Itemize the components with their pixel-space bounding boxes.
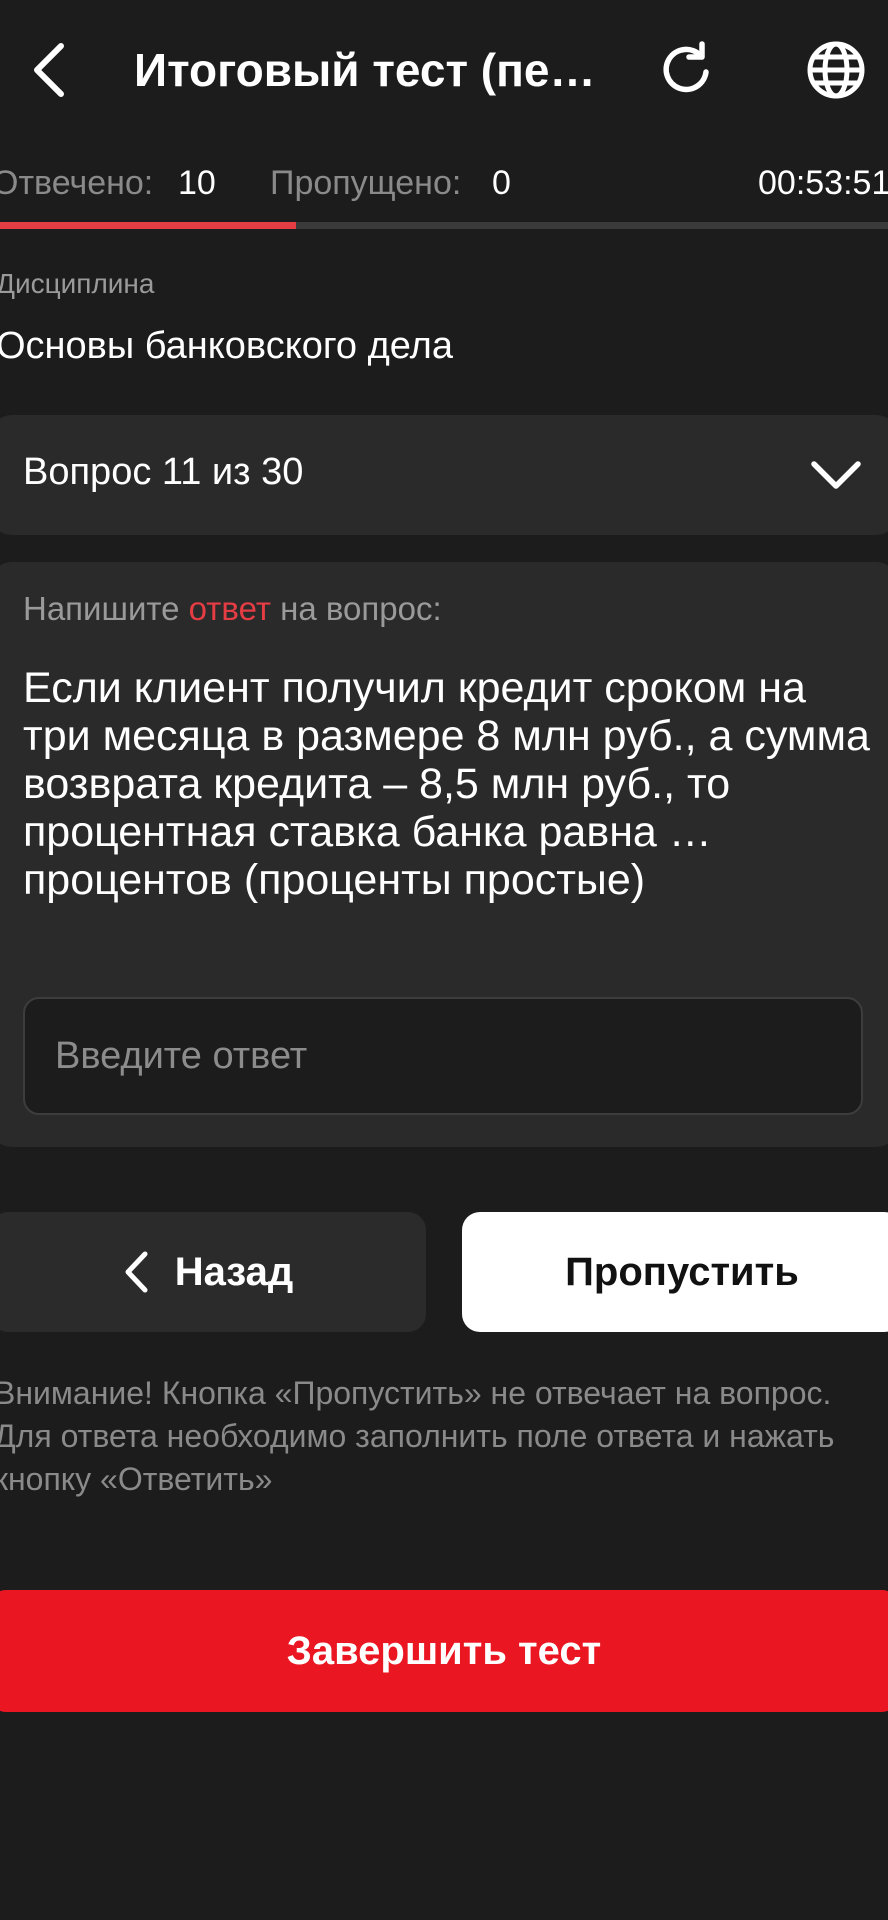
skipped-count: 0 bbox=[492, 164, 511, 202]
globe-icon bbox=[807, 41, 865, 99]
prompt-accent: ответ bbox=[188, 590, 271, 627]
finish-test-button[interactable]: Завершить тест bbox=[0, 1590, 888, 1712]
finish-test-label: Завершить тест bbox=[286, 1628, 602, 1673]
timer: 00:53:51 bbox=[758, 164, 888, 202]
answer-input[interactable] bbox=[23, 997, 863, 1115]
question-text: Если клиент получил кредит сроком на три… bbox=[23, 664, 870, 904]
progress-bar bbox=[0, 222, 888, 229]
discipline-value: Основы банковского дела bbox=[0, 325, 453, 367]
back-button[interactable] bbox=[14, 30, 84, 110]
prompt-before: Напишите bbox=[23, 590, 189, 627]
answered-label: Отвечено: bbox=[0, 164, 154, 202]
chevron-down-icon[interactable] bbox=[806, 446, 866, 506]
question-selector-label: Вопрос 11 из 30 bbox=[23, 451, 304, 493]
chevron-left-icon bbox=[34, 43, 64, 97]
refresh-icon bbox=[663, 41, 709, 93]
back-nav-label: Назад bbox=[174, 1249, 294, 1294]
progress-fill bbox=[0, 222, 296, 229]
skip-label: Пропустить bbox=[565, 1249, 799, 1294]
question-prompt: Напишите ответ на вопрос: bbox=[23, 590, 442, 628]
skipped-label: Пропущено: bbox=[270, 164, 462, 202]
skip-notice: Внимание! Кнопка «Пропустить» не отвечае… bbox=[0, 1375, 835, 1497]
skip-button[interactable]: Пропустить bbox=[462, 1212, 888, 1332]
answered-count: 10 bbox=[178, 164, 216, 202]
language-button[interactable] bbox=[796, 30, 876, 110]
back-nav-button[interactable]: Назад bbox=[0, 1212, 426, 1332]
chevron-left-icon bbox=[125, 1251, 148, 1293]
refresh-button[interactable] bbox=[650, 30, 722, 110]
discipline-label: Дисциплина bbox=[0, 268, 155, 299]
prompt-after: на вопрос: bbox=[270, 590, 442, 627]
page-title: Итоговый тест (пе… bbox=[134, 44, 596, 96]
